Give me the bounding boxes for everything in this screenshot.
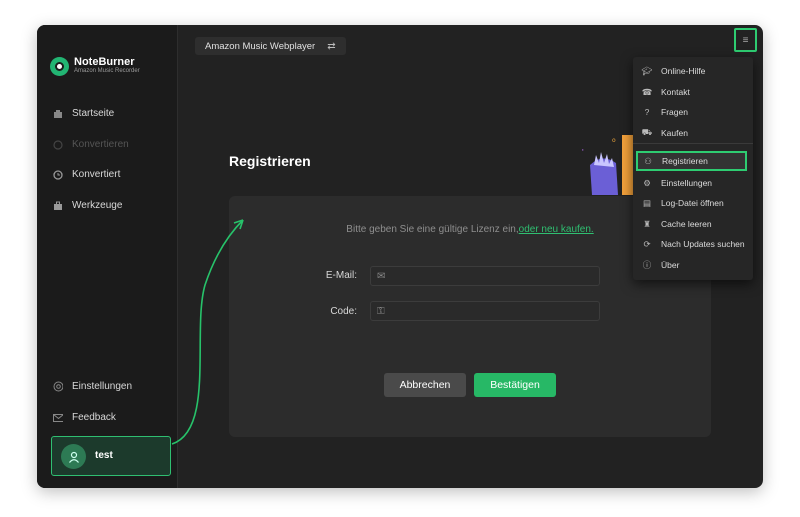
cart-icon: ⛟ [641, 127, 653, 137]
menu-item-label: Registrieren [662, 156, 708, 166]
broom-icon: ♜ [643, 218, 651, 229]
menu-item-online-hilfe[interactable]: 🎓︎ Online-Hilfe [633, 61, 753, 81]
user-key-icon: ⚇ [644, 155, 652, 166]
menu-item-label: Cache leeren [661, 219, 712, 229]
sidebar-item-label: Startseite [72, 108, 115, 119]
confirm-button[interactable]: Bestätigen [474, 373, 556, 397]
toolbox-icon [53, 201, 63, 211]
menu-item-updates[interactable]: ⟳ Nach Updates suchen [633, 234, 753, 254]
graduation-cap-icon: 🎓︎ [641, 65, 653, 76]
menu-button[interactable]: ≡ [734, 28, 757, 52]
menu-item-registrieren[interactable]: ⚇ Registrieren [636, 151, 747, 171]
menu-item-label: Kontakt [661, 87, 690, 97]
menu-item-label: Über [661, 260, 680, 270]
menu-item-label: Kaufen [661, 128, 688, 138]
menu-item-label: Einstellungen [661, 178, 713, 188]
question-icon: ? [644, 107, 650, 117]
menu-item-label: Fragen [661, 107, 688, 117]
gear-icon [53, 381, 63, 392]
swap-icon: ⇄ [327, 40, 336, 52]
envelope-icon: ✉ [377, 270, 386, 282]
svg-text:o: o [612, 137, 616, 144]
sidebar-item-label: Konvertieren [72, 139, 129, 150]
code-field[interactable]: ⚿ [370, 301, 600, 321]
phone-icon: ☎ [641, 86, 653, 97]
main-menu-dropdown: 🎓︎ Online-Hilfe ☎ Kontakt ? Fragen ⛟ Kau… [633, 57, 753, 280]
sidebar-item-konvertieren[interactable]: Konvertieren [53, 139, 129, 150]
svg-text:+: + [582, 145, 584, 156]
menu-item-label: Nach Updates suchen [661, 239, 745, 249]
source-selector-button[interactable]: Amazon Music Webplayer ⇄ [195, 37, 346, 55]
hamburger-icon: ≡ [742, 34, 749, 46]
hint-text: Bitte geben Sie eine gültige Lizenz ein, [346, 224, 519, 235]
code-label: Code: [330, 306, 357, 317]
sidebar: NoteBurner Amazon Music Recorder Startse… [37, 25, 178, 488]
menu-item-einstellungen[interactable]: ⚙ Einstellungen [633, 173, 753, 193]
cancel-button[interactable]: Abbrechen [384, 373, 466, 397]
sidebar-item-feedback[interactable]: Feedback [53, 412, 116, 423]
sidebar-item-werkzeuge[interactable]: Werkzeuge [53, 200, 122, 211]
user-name: test [95, 450, 113, 461]
menu-item-kontakt[interactable]: ☎ Kontakt [633, 82, 753, 102]
menu-item-label: Online-Hilfe [661, 66, 706, 76]
app-logo-icon [50, 57, 69, 76]
clock-icon [53, 169, 63, 180]
email-label: E-Mail: [325, 270, 357, 281]
menu-divider [633, 143, 753, 144]
user-icon [61, 444, 86, 469]
key-icon: ⚿ [377, 305, 385, 317]
file-icon: ▤ [642, 197, 652, 208]
sidebar-item-einstellungen[interactable]: Einstellungen [53, 381, 132, 392]
gear-icon: ⚙ [643, 177, 651, 188]
sidebar-item-label: Konvertiert [72, 169, 121, 180]
sidebar-item-label: Einstellungen [72, 381, 133, 392]
sidebar-item-konvertiert[interactable]: Konvertiert [53, 169, 120, 180]
home-icon [53, 109, 63, 119]
menu-item-fragen[interactable]: ? Fragen [633, 102, 753, 122]
source-label: Amazon Music Webplayer [205, 40, 316, 52]
sidebar-item-startseite[interactable]: Startseite [53, 108, 114, 119]
mail-icon [53, 413, 63, 423]
refresh-icon: ⟳ [643, 238, 651, 249]
email-field[interactable]: ✉ [370, 266, 600, 286]
app-name: NoteBurner [74, 56, 135, 68]
convert-icon [53, 139, 63, 150]
menu-item-cache-leeren[interactable]: ♜ Cache leeren [633, 214, 753, 234]
app-subtitle: Amazon Music Recorder [74, 68, 140, 74]
info-icon: ⓘ [642, 260, 652, 270]
sidebar-item-label: Werkzeuge [72, 200, 123, 211]
buy-new-link[interactable]: oder neu kaufen. [519, 224, 594, 235]
menu-item-kaufen[interactable]: ⛟ Kaufen [633, 123, 753, 143]
user-account-button[interactable]: test [51, 436, 171, 476]
menu-item-label: Log-Datei öffnen [661, 198, 724, 208]
sidebar-item-label: Feedback [72, 412, 116, 423]
page-title: Registrieren [229, 153, 311, 169]
menu-item-log-datei[interactable]: ▤ Log-Datei öffnen [633, 193, 753, 213]
menu-item-ueber[interactable]: ⓘ Über [633, 255, 753, 275]
